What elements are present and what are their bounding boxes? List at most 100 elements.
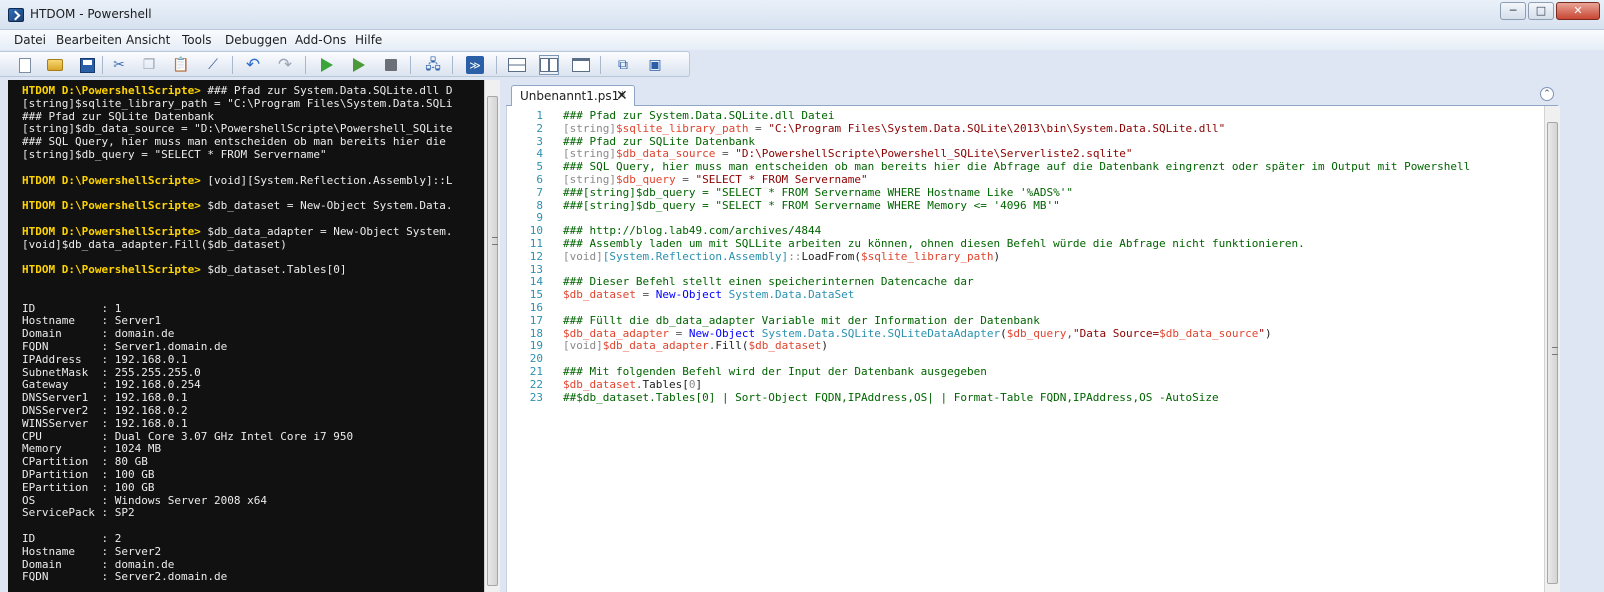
open-folder-icon[interactable]	[46, 56, 64, 74]
remote-powershell-icon[interactable]: 🖧	[424, 56, 442, 74]
code-line[interactable]: [string]$db_data_source = "D:\Powershell…	[563, 147, 1133, 160]
line-number: 8	[536, 198, 543, 212]
code-token: New-Object	[655, 288, 722, 302]
editor-scroll-thumb[interactable]	[1547, 122, 1558, 584]
console-text: ### Pfad zur SQLite Datenbank	[22, 109, 215, 123]
copy-icon[interactable]: ❐	[140, 56, 158, 74]
menu-bar: Datei Bearbeiten Ansicht Tools Debuggen …	[0, 30, 1604, 50]
run-selection-icon[interactable]	[350, 56, 368, 74]
code-line[interactable]: ### Pfad zur SQLite Datenbank	[563, 135, 755, 148]
title-bar: HTDOM - Powershell ─ □ ✕	[0, 0, 1604, 30]
layout-max-icon[interactable]	[572, 56, 590, 74]
menu-datei[interactable]: Datei	[14, 33, 46, 47]
line-number: 10	[529, 224, 543, 238]
line-number: 23	[529, 390, 543, 404]
console-line: OS : Windows Server 2008 x64	[22, 494, 267, 507]
tab-label: Unbenannt1.ps1*	[520, 89, 626, 103]
show-addon-icon[interactable]: ▣	[646, 56, 664, 74]
code-token: =	[748, 121, 769, 135]
code-line[interactable]: [void]$db_data_adapter.Fill($db_dataset)	[563, 339, 828, 352]
code-line[interactable]: ### Mit folgenden Befehl wird der Input …	[563, 365, 987, 378]
console-text: FQDN : Server1.domain.de	[22, 340, 228, 353]
editor-scrollbar[interactable]	[1544, 106, 1560, 592]
console-scrollbar[interactable]	[484, 80, 500, 592]
redo-icon[interactable]: ↷	[276, 56, 294, 74]
code-token: ##$db_dataset.Tables[0] | Sort-Object FQ…	[563, 390, 1219, 404]
console-line: HTDOM D:\PowershellScripte> $db_dataset …	[22, 199, 452, 212]
console-line: Domain : domain.de	[22, 558, 174, 571]
code-token: ###[string]$db_query = "SELECT * FROM Se…	[563, 198, 1060, 212]
undo-icon[interactable]: ↶	[244, 56, 262, 74]
toolbar-separator	[410, 56, 411, 74]
code-token: New-Object	[688, 326, 756, 340]
code-token: LoadFrom(	[801, 249, 862, 263]
console-text: ### Pfad zur System.Data.SQLite.dll D	[200, 84, 453, 97]
code-token: )	[993, 249, 1001, 263]
code-line[interactable]: [string]$db_query = "SELECT * FROM Serve…	[563, 173, 868, 186]
code-line[interactable]: ### SQL Query, hier muss man entscheiden…	[563, 160, 1470, 173]
new-file-icon[interactable]	[16, 56, 34, 74]
show-commands-icon[interactable]: ⧉	[614, 56, 632, 74]
toolbar-separator	[600, 56, 601, 74]
toolbar-separator	[232, 56, 233, 74]
toolbar: ✂ ❐ 📋 ⟋ ↶ ↷ 🖧 ≫ ⧉ ▣	[0, 51, 690, 77]
menu-debuggen[interactable]: Debuggen	[225, 33, 287, 47]
code-token: [void]	[563, 339, 603, 353]
code-line[interactable]: ###[string]$db_query = "SELECT * FROM Se…	[563, 199, 1060, 212]
line-number: 2	[536, 121, 543, 135]
tab-close-icon[interactable]: ✕	[616, 88, 628, 104]
code-line[interactable]: ### Pfad zur System.Data.SQLite.dll Date…	[563, 109, 835, 122]
code-token: "C:\Program Files\System.Data.SQLite\201…	[768, 121, 1226, 135]
maximize-button[interactable]: □	[1528, 2, 1554, 20]
code-line[interactable]: ###[string]$db_query = "SELECT * FROM Se…	[563, 186, 1073, 199]
code-token: $db_data_source	[1159, 326, 1259, 340]
console-line: SubnetMask : 255.255.255.0	[22, 366, 201, 379]
code-token: System.Data.SQLite.SQLiteDataAdapter	[761, 326, 1001, 340]
code-line[interactable]: $db_dataset.Tables[0]	[563, 378, 702, 391]
code-token: [string]	[563, 173, 616, 186]
line-number: 20	[529, 352, 543, 366]
save-icon[interactable]	[78, 56, 96, 74]
close-button[interactable]: ✕	[1556, 2, 1600, 20]
code-line[interactable]: ### http://blog.lab49.com/archives/4844	[563, 224, 821, 237]
code-line[interactable]: [string]$sqlite_library_path = "C:\Progr…	[563, 122, 1225, 135]
code-line[interactable]: ### Assembly laden um mit SQLLite arbeit…	[563, 237, 1305, 250]
start-powershell-icon[interactable]: ≫	[466, 56, 484, 74]
console-line: Hostname : Server2	[22, 545, 161, 558]
console-text: $db_dataset.Tables[0]	[200, 263, 347, 277]
console-line: ServicePack : SP2	[22, 506, 135, 519]
layout-top-icon[interactable]	[508, 56, 526, 74]
code-line[interactable]: ### Dieser Befehl stellt einen speicheri…	[563, 275, 974, 288]
console-line: Domain : domain.de	[22, 327, 174, 340]
stop-icon[interactable]	[382, 56, 400, 74]
code-token: ]	[695, 377, 703, 391]
code-line[interactable]: $db_dataset = New-Object System.Data.Dat…	[563, 288, 854, 301]
menu-add-ons[interactable]: Add-Ons	[295, 33, 346, 47]
paste-icon[interactable]: 📋	[172, 56, 190, 74]
layout-right-icon[interactable]	[539, 55, 559, 75]
line-number: 12	[529, 249, 543, 263]
run-script-icon[interactable]	[318, 56, 336, 74]
console-line: ### SQL Query, hier muss man entscheiden…	[22, 135, 446, 148]
code-line[interactable]: $db_data_adapter = New-Object System.Dat…	[563, 327, 1272, 340]
clear-icon[interactable]: ⟋	[204, 56, 222, 74]
code-line[interactable]: [void][System.Reflection.Assembly]::Load…	[563, 250, 1000, 263]
console-line: IPAddress : 192.168.0.1	[22, 353, 188, 366]
menu-bearbeiten[interactable]: Bearbeiten	[56, 33, 122, 47]
code-line[interactable]: ##$db_dataset.Tables[0] | Sort-Object FQ…	[563, 391, 1219, 404]
minimize-button[interactable]: ─	[1500, 2, 1526, 20]
cut-icon[interactable]: ✂	[110, 56, 128, 74]
code-token: Tables[	[642, 377, 689, 391]
console-line: [void]$db_data_adapter.Fill($db_dataset)	[22, 238, 287, 251]
menu-ansicht[interactable]: Ansicht	[126, 33, 170, 47]
collapse-script-pane-icon[interactable]: ⌃	[1540, 87, 1554, 101]
script-editor[interactable]: 1 ### Pfad zur System.Data.SQLite.dll Dat…	[506, 106, 1544, 592]
console-scroll-thumb[interactable]	[487, 96, 498, 586]
menu-tools[interactable]: Tools	[182, 33, 212, 47]
console-pane[interactable]: HTDOM D:\PowershellScripte> ### Pfad zur…	[8, 80, 484, 592]
code-token: )	[821, 339, 828, 353]
menu-hilfe[interactable]: Hilfe	[355, 33, 382, 47]
tab-unbenannt1[interactable]: Unbenannt1.ps1* ✕	[511, 85, 635, 106]
console-line: FQDN : Server2.domain.de	[22, 570, 227, 583]
code-line[interactable]: ### Füllt die db_data_adapter Variable m…	[563, 314, 1040, 327]
